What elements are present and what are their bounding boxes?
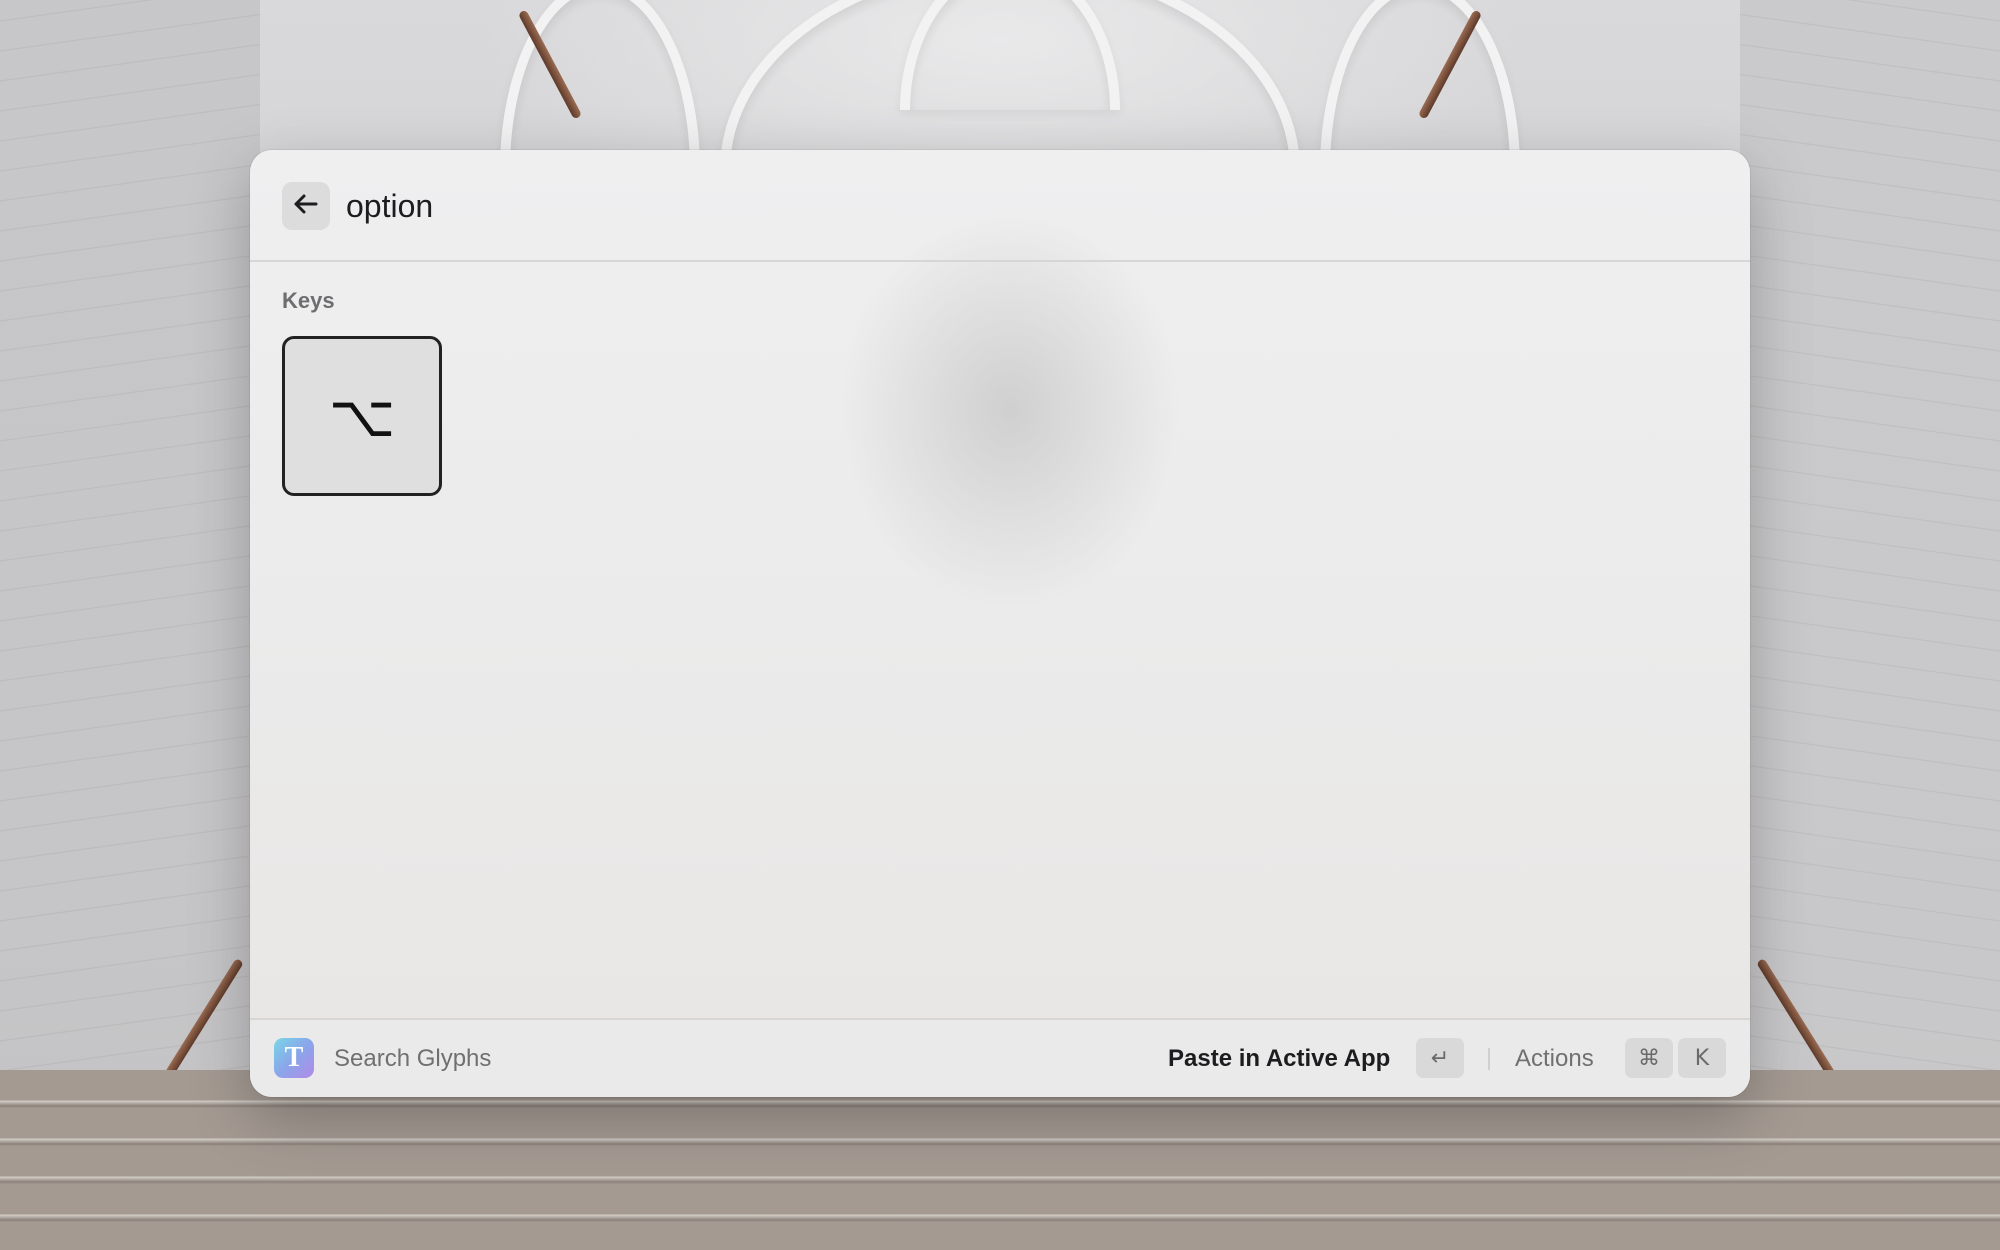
wallpaper-stairs <box>0 1070 2000 1250</box>
action-bar: T Search Glyphs Paste in Active App ↵ Ac… <box>250 1018 1750 1097</box>
k-key-hint: K <box>1678 1038 1726 1078</box>
return-key-hint: ↵ <box>1416 1038 1464 1078</box>
actions-button[interactable]: Actions <box>1515 1020 1594 1097</box>
footer-title: Search Glyphs <box>334 1045 492 1072</box>
glyph-tile-option-key[interactable]: ⌥ <box>282 336 442 496</box>
glyph-search-window: Keys ⌥ T Search Glyphs Paste in Active A… <box>250 150 1750 1097</box>
wallpaper-wall-right <box>1740 0 2000 1250</box>
footer-divider <box>1488 1048 1490 1070</box>
back-button[interactable] <box>282 182 330 230</box>
section-title-keys: Keys <box>282 288 335 313</box>
command-key-icon: ⌘ <box>1638 1045 1660 1071</box>
search-input[interactable] <box>346 182 1246 230</box>
glyph-character: ⌥ <box>328 382 396 450</box>
k-key-label: K <box>1694 1045 1710 1071</box>
command-key-hint: ⌘ <box>1625 1038 1673 1078</box>
glyphs-app-icon: T <box>274 1038 314 1078</box>
wallpaper-wall-left <box>0 0 260 1250</box>
return-key-icon: ↵ <box>1430 1045 1450 1071</box>
app-icon-letter: T <box>284 1042 304 1073</box>
paste-in-active-app-button[interactable]: Paste in Active App <box>1168 1020 1390 1097</box>
wallpaper-arch <box>1320 0 1520 170</box>
arrow-left-icon <box>293 193 319 220</box>
search-header <box>250 150 1750 262</box>
wallpaper-arch <box>900 0 1120 110</box>
